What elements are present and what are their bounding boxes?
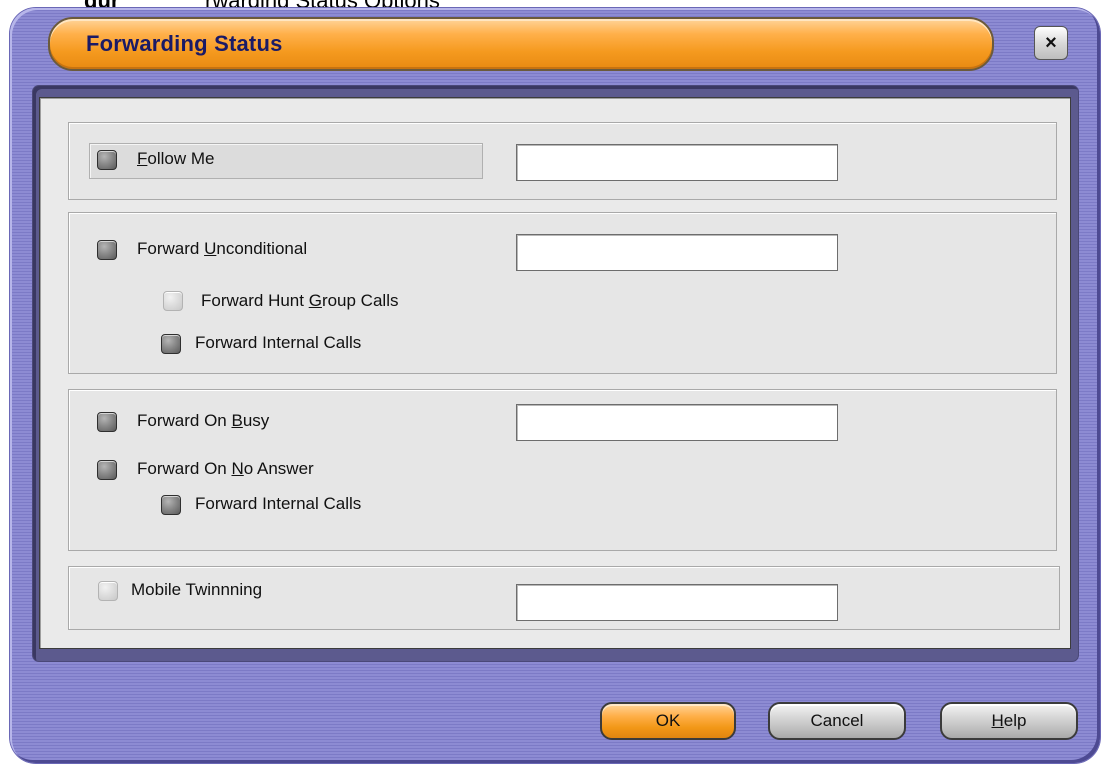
forward-on-busy-label: Forward On Busy — [137, 411, 270, 430]
mobile-twinning-number-field[interactable] — [516, 584, 838, 621]
dialog-titlebar[interactable]: Forwarding Status — [48, 17, 994, 71]
help-button[interactable]: Help — [940, 702, 1078, 740]
forward-no-answer-internal-calls-label: Forward Internal Calls — [195, 494, 362, 513]
help-button-label: Help — [991, 711, 1027, 730]
forward-hunt-group-calls-label: Forward Hunt Group Calls — [201, 291, 399, 310]
forward-unconditional-label: Forward Unconditional — [137, 239, 308, 258]
forward-on-no-answer-radio[interactable] — [97, 460, 117, 480]
follow-me-label: Follow Me — [137, 149, 215, 168]
forward-on-busy-radio[interactable] — [97, 412, 117, 432]
forward-hunt-group-calls-radio[interactable] — [163, 291, 183, 311]
forward-no-answer-internal-calls-radio[interactable] — [161, 495, 181, 515]
close-icon: × — [1045, 32, 1057, 54]
forward-unconditional-internal-calls-label: Forward Internal Calls — [195, 333, 362, 352]
mobile-twinning-label: Mobile Twinnning — [131, 580, 263, 599]
ok-button-label: OK — [655, 711, 681, 730]
follow-me-radio[interactable] — [97, 150, 117, 170]
cancel-button-label: Cancel — [810, 711, 864, 730]
forward-unconditional-internal-calls-radio[interactable] — [161, 334, 181, 354]
close-button[interactable]: × — [1034, 26, 1068, 60]
forward-on-no-answer-label: Forward On No Answer — [137, 459, 314, 478]
follow-me-number-field[interactable] — [516, 144, 838, 181]
forward-on-busy-number-field[interactable] — [516, 404, 838, 441]
forward-unconditional-radio[interactable] — [97, 240, 117, 260]
mobile-twinning-radio[interactable] — [98, 581, 118, 601]
forward-unconditional-number-field[interactable] — [516, 234, 838, 271]
cancel-button[interactable]: Cancel — [768, 702, 906, 740]
ok-button[interactable]: OK — [600, 702, 736, 740]
dialog-title: Forwarding Status — [86, 31, 283, 56]
